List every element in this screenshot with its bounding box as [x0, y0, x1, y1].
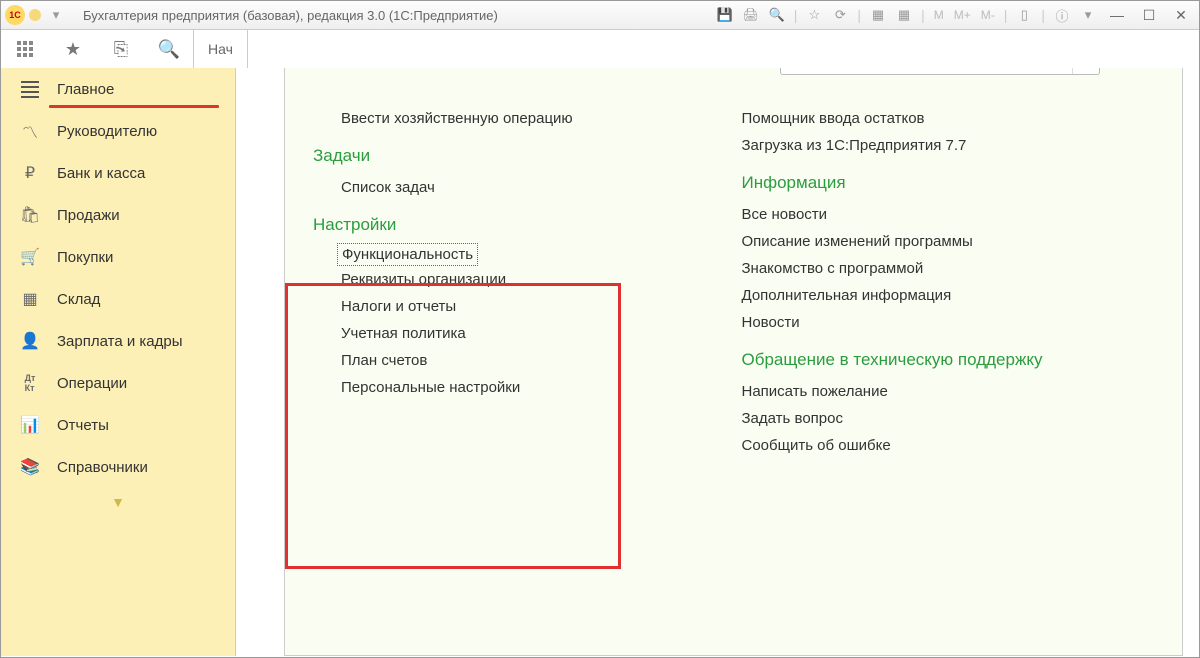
minimize-button[interactable]: —	[1103, 5, 1131, 25]
books-icon: 📚	[21, 458, 39, 476]
bag-icon: 🛍	[21, 206, 39, 224]
active-underline	[49, 105, 219, 108]
person-icon: 👤	[21, 332, 39, 350]
section-tasks[interactable]: Задачи	[313, 146, 726, 166]
info-dropdown-icon[interactable]: ▾	[1077, 5, 1099, 25]
titlebar: 1С ▾ Бухгалтерия предприятия (базовая), …	[1, 1, 1199, 30]
window-title: Бухгалтерия предприятия (базовая), редак…	[83, 8, 498, 23]
sidebar-item-reports[interactable]: 📊 Отчеты	[1, 404, 235, 446]
apps-grid-button[interactable]	[1, 30, 49, 68]
tab-label: Нач	[208, 41, 233, 57]
print-icon[interactable]: 🖨	[740, 5, 762, 25]
history-icon[interactable]: ⟳	[829, 5, 851, 25]
sidebar-item-salary[interactable]: 👤 Зарплата и кадры	[1, 320, 235, 362]
sidebar-item-warehouse[interactable]: ▦ Склад	[1, 278, 235, 320]
body: Главное 〽 Руководителю ₽ Банк и касса 🛍 …	[1, 68, 1199, 656]
sidebar-item-label: Склад	[57, 291, 100, 308]
sidebar-item-label: Банк и касса	[57, 165, 145, 182]
sidebar-item-label: Отчеты	[57, 417, 109, 434]
sidebar-item-label: Справочники	[57, 459, 148, 476]
item-link[interactable]: Знакомство с программой	[742, 255, 1155, 282]
dropdown-icon[interactable]: ▾	[45, 5, 67, 25]
item-link[interactable]: Написать пожелание	[742, 378, 1155, 405]
favorites-button[interactable]: ★	[49, 30, 97, 68]
item-link[interactable]: Задать вопрос	[742, 405, 1155, 432]
logo-text: 1С	[9, 10, 21, 20]
sidebar-item-refs[interactable]: 📚 Справочники	[1, 446, 235, 488]
gear-icon[interactable]: ⚙	[1108, 68, 1138, 70]
cart-icon: 🛒	[21, 248, 39, 266]
info-icon[interactable]: ⓘ	[1051, 5, 1073, 25]
preview-icon[interactable]: 🔍	[766, 5, 788, 25]
app-window: 1С ▾ Бухгалтерия предприятия (базовая), …	[0, 0, 1200, 658]
search-button[interactable]: 🔍	[145, 30, 193, 68]
sidebar: Главное 〽 Руководителю ₽ Банк и касса 🛍 …	[1, 68, 236, 656]
tab-start[interactable]: Нач	[194, 30, 248, 68]
search-box: ×	[780, 68, 1100, 75]
close-button[interactable]: ✕	[1167, 5, 1195, 25]
item-link[interactable]: Список задач	[313, 174, 726, 201]
item-link[interactable]: Новости	[742, 309, 1155, 336]
calendar-icon[interactable]: ▦	[893, 5, 915, 25]
item-link[interactable]: Описание изменений программы	[742, 228, 1155, 255]
sidebar-item-main[interactable]: Главное	[1, 68, 235, 110]
sidebar-item-label: Покупки	[57, 249, 113, 266]
sidebar-item-label: Продажи	[57, 207, 120, 224]
item-link[interactable]: Загрузка из 1С:Предприятия 7.7	[742, 132, 1155, 159]
bars-icon: 📊	[21, 416, 39, 434]
mem-mminus-button[interactable]: M-	[978, 8, 998, 22]
maximize-button[interactable]: ☐	[1135, 5, 1163, 25]
item-link[interactable]: Помощник ввода остатков	[742, 105, 1155, 132]
item-link[interactable]: Учетная политика	[313, 320, 726, 347]
sidebar-expand-icon[interactable]: ▼	[1, 488, 235, 510]
item-link[interactable]: Сообщить об ошибке	[742, 432, 1155, 459]
section-info[interactable]: Информация	[742, 173, 1155, 193]
mem-m-button[interactable]: M	[931, 8, 947, 22]
item-functionality[interactable]: Функциональность	[337, 243, 478, 266]
sidebar-item-label: Зарплата и кадры	[57, 333, 183, 350]
clipboard-button[interactable]: ⎘	[97, 30, 145, 68]
panel-header: × ⚙ ✕	[285, 68, 1182, 105]
search-clear-button[interactable]: ×	[1072, 68, 1099, 74]
sidebar-item-label: Руководителю	[57, 123, 157, 140]
chart-icon: 〽	[21, 122, 39, 140]
save-icon[interactable]: 💾	[714, 5, 736, 25]
item-link[interactable]: Все новости	[742, 201, 1155, 228]
ruble-icon: ₽	[21, 164, 39, 182]
boxes-icon: ▦	[21, 290, 39, 308]
sidebar-item-bank[interactable]: ₽ Банк и касса	[1, 152, 235, 194]
section-support[interactable]: Обращение в техническую поддержку	[742, 350, 1155, 370]
item-link[interactable]: Дополнительная информация	[742, 282, 1155, 309]
left-column: Ввести хозяйственную операцию Задачи Спи…	[305, 105, 734, 655]
sidebar-item-sales[interactable]: 🛍 Продажи	[1, 194, 235, 236]
content-area: × ⚙ ✕ Ввести хозяйственную операцию Зада…	[236, 68, 1199, 656]
sidebar-item-label: Главное	[57, 81, 114, 98]
section-settings[interactable]: Настройки	[313, 215, 726, 235]
item-link[interactable]: Налоги и отчеты	[313, 293, 726, 320]
panel-body: Ввести хозяйственную операцию Задачи Спи…	[285, 105, 1182, 655]
toolbar: ★ ⎘ 🔍 Нач	[1, 30, 1199, 68]
sidebar-item-purchases[interactable]: 🛒 Покупки	[1, 236, 235, 278]
item-link[interactable]: Персональные настройки	[313, 374, 726, 401]
functions-panel: × ⚙ ✕ Ввести хозяйственную операцию Зада…	[284, 68, 1183, 656]
item-link[interactable]: Реквизиты организации	[313, 266, 726, 293]
panel-icon[interactable]: ▯	[1013, 5, 1035, 25]
dtkt-icon: ДтКт	[21, 374, 39, 392]
sidebar-item-label: Операции	[57, 375, 127, 392]
item-link[interactable]: Ввести хозяйственную операцию	[313, 105, 726, 132]
item-link[interactable]: План счетов	[313, 347, 726, 374]
dot-icon	[29, 9, 41, 21]
sidebar-item-manager[interactable]: 〽 Руководителю	[1, 110, 235, 152]
app-logo-icon: 1С	[5, 5, 25, 25]
mem-mplus-button[interactable]: M+	[951, 8, 974, 22]
calc-icon[interactable]: ▦	[867, 5, 889, 25]
sidebar-item-operations[interactable]: ДтКт Операции	[1, 362, 235, 404]
toolbar-left: ★ ⎘ 🔍	[1, 30, 194, 68]
star-icon[interactable]: ☆	[803, 5, 825, 25]
menu-icon	[21, 80, 39, 98]
right-column: Помощник ввода остатков Загрузка из 1С:П…	[734, 105, 1163, 655]
